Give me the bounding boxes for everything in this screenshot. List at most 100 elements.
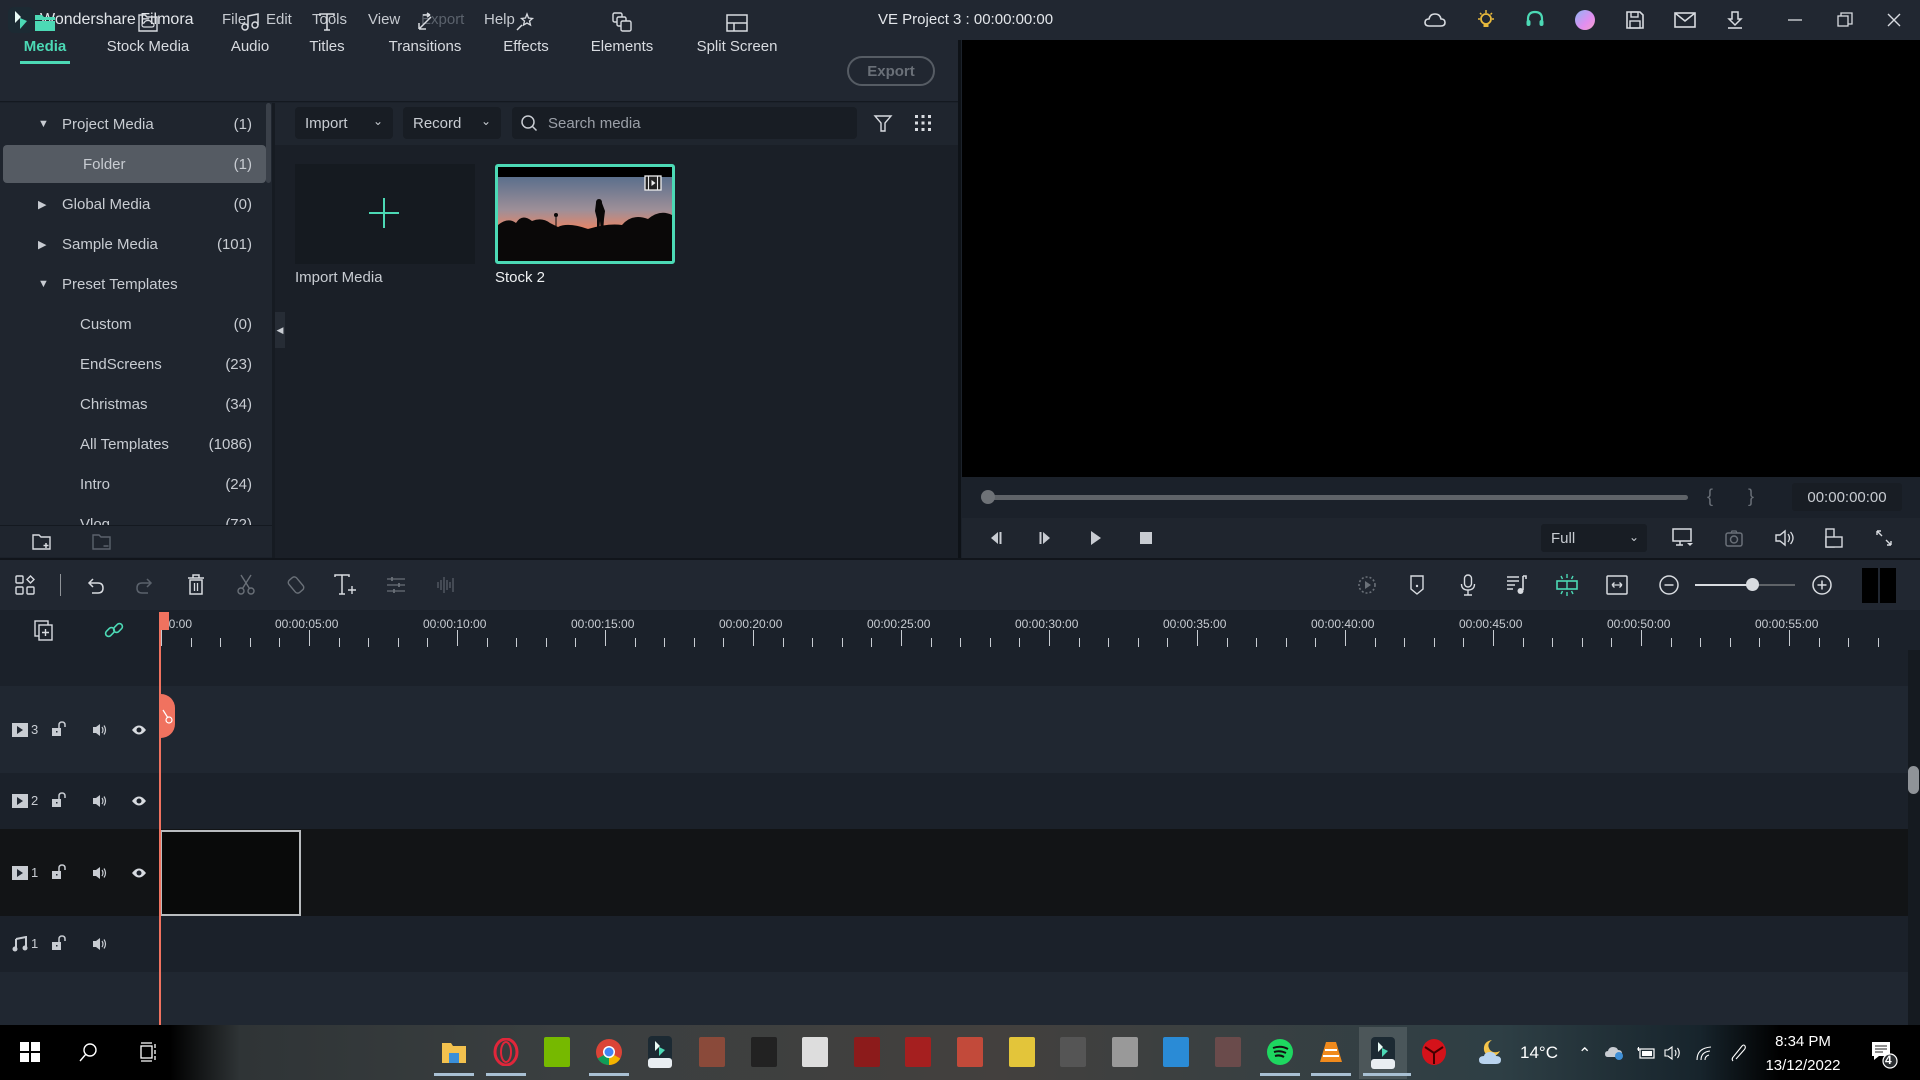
windows-start-icon[interactable] bbox=[14, 1036, 46, 1068]
library-item-preset-templates[interactable]: ▼ Preset Templates bbox=[0, 265, 266, 303]
preview-quality-select[interactable]: Full ⌄ bbox=[1541, 524, 1647, 552]
new-folder-icon[interactable] bbox=[32, 533, 52, 551]
play-icon[interactable] bbox=[1084, 526, 1108, 550]
taskbar-app-filmora[interactable] bbox=[644, 1036, 676, 1068]
taskbar-app-spotify[interactable] bbox=[1264, 1036, 1296, 1068]
stop-icon[interactable] bbox=[1134, 526, 1158, 550]
taskbar-app-jedi[interactable] bbox=[1212, 1036, 1244, 1068]
undo-icon[interactable] bbox=[82, 572, 108, 598]
taskbar-app-vlc[interactable] bbox=[1315, 1036, 1347, 1068]
mark-in-button[interactable]: { bbox=[1707, 486, 1713, 507]
notification-center-icon[interactable] bbox=[1870, 1040, 1898, 1070]
marker-icon[interactable] bbox=[1404, 572, 1430, 598]
tab-elements[interactable]: Elements bbox=[590, 4, 654, 60]
preview-scrub-handle[interactable] bbox=[981, 490, 995, 504]
grid-view-icon[interactable] bbox=[914, 114, 932, 132]
taskbar-app-nvidia[interactable] bbox=[541, 1036, 573, 1068]
timeline-zoom-handle[interactable] bbox=[1746, 578, 1759, 591]
audio-track-1[interactable]: 1 bbox=[0, 916, 1908, 972]
playhead-handle[interactable] bbox=[161, 612, 169, 630]
snapshot-icon[interactable] bbox=[1722, 526, 1746, 550]
taskbar-app-crosshair[interactable] bbox=[1109, 1036, 1141, 1068]
battery-icon[interactable] bbox=[1636, 1046, 1656, 1060]
library-item-project-media[interactable]: ▼ Project Media (1) bbox=[0, 105, 266, 143]
lightbulb-icon[interactable] bbox=[1474, 8, 1498, 32]
taskbar-clock[interactable]: 8:34 PM 13/12/2022 bbox=[1758, 1030, 1848, 1078]
download-icon[interactable] bbox=[1723, 8, 1747, 32]
weather-icon[interactable] bbox=[1478, 1038, 1508, 1066]
caret-down-icon[interactable]: ▼ bbox=[38, 118, 49, 130]
taskbar-app-filmora-active[interactable] bbox=[1359, 1027, 1407, 1079]
library-scrollbar[interactable] bbox=[266, 103, 271, 183]
track-volume-icon[interactable] bbox=[92, 936, 108, 952]
preview-scrub-bar[interactable] bbox=[988, 495, 1688, 500]
taskbar-app-batman[interactable] bbox=[748, 1036, 780, 1068]
library-item-folder[interactable]: Folder (1) bbox=[3, 145, 266, 183]
library-item-christmas[interactable]: Christmas (34) bbox=[0, 385, 266, 423]
delete-icon[interactable] bbox=[183, 572, 209, 598]
unlock-icon[interactable] bbox=[51, 721, 67, 737]
export-button[interactable]: Export bbox=[847, 56, 935, 86]
previous-frame-icon[interactable] bbox=[983, 526, 1007, 550]
taskbar-app-opera[interactable] bbox=[490, 1036, 522, 1068]
collapse-panel-button[interactable]: ◀ bbox=[275, 312, 285, 348]
taskbar-app-witcher[interactable] bbox=[1057, 1036, 1089, 1068]
library-item-intro[interactable]: Intro (24) bbox=[0, 465, 266, 503]
microphone-icon[interactable] bbox=[1455, 572, 1481, 598]
zoom-in-icon[interactable] bbox=[1809, 572, 1835, 598]
unlock-icon[interactable] bbox=[51, 792, 67, 808]
mail-icon[interactable] bbox=[1673, 8, 1697, 32]
library-item-sample-media[interactable]: ▶ Sample Media (101) bbox=[0, 225, 266, 263]
tab-effects[interactable]: Effects bbox=[500, 4, 552, 60]
library-item-custom[interactable]: Custom (0) bbox=[0, 305, 266, 343]
tab-split-screen[interactable]: Split Screen bbox=[695, 4, 779, 60]
add-track-icon[interactable] bbox=[34, 620, 54, 642]
library-item-global-media[interactable]: ▶ Global Media (0) bbox=[0, 185, 266, 223]
wifi-icon[interactable] bbox=[1695, 1045, 1713, 1061]
caret-right-icon[interactable]: ▶ bbox=[38, 238, 46, 251]
taskbar-app-file-explorer[interactable] bbox=[438, 1036, 470, 1068]
add-text-icon[interactable] bbox=[333, 572, 359, 598]
taskbar-app-red-app[interactable] bbox=[1418, 1036, 1450, 1068]
onedrive-icon[interactable] bbox=[1604, 1045, 1626, 1061]
restore-icon[interactable] bbox=[1833, 8, 1857, 32]
caret-right-icon[interactable]: ▶ bbox=[38, 198, 46, 211]
library-item-endscreens[interactable]: EndScreens (23) bbox=[0, 345, 266, 383]
delete-folder-icon[interactable] bbox=[92, 533, 112, 551]
taskbar-app-game-1[interactable] bbox=[696, 1036, 728, 1068]
track-volume-icon[interactable] bbox=[92, 865, 108, 881]
fit-timeline-icon[interactable] bbox=[1604, 572, 1630, 598]
record-dropdown[interactable]: Record ⌄ bbox=[403, 107, 501, 139]
audio-wave-icon[interactable] bbox=[433, 572, 459, 598]
tab-transitions[interactable]: Transitions bbox=[385, 4, 465, 60]
video-track-2[interactable]: 2 bbox=[0, 773, 1908, 829]
taskbar-app-chrome[interactable] bbox=[593, 1036, 625, 1068]
tab-titles[interactable]: Titles bbox=[303, 4, 351, 60]
layout-icon[interactable] bbox=[12, 572, 38, 598]
volume-icon[interactable] bbox=[1772, 526, 1796, 550]
tray-overflow-icon[interactable]: ⌃ bbox=[1578, 1044, 1591, 1064]
timeline-clip[interactable] bbox=[160, 830, 301, 916]
snap-icon[interactable] bbox=[1554, 572, 1580, 598]
redo-icon[interactable] bbox=[132, 572, 158, 598]
caret-down-icon[interactable]: ▼ bbox=[38, 278, 49, 290]
task-view-icon[interactable] bbox=[133, 1036, 165, 1068]
display-settings-icon[interactable] bbox=[1671, 526, 1695, 550]
zoom-out-icon[interactable] bbox=[1656, 572, 1682, 598]
track-volume-icon[interactable] bbox=[92, 722, 108, 738]
speaker-icon[interactable] bbox=[1664, 1045, 1684, 1061]
minimize-icon[interactable] bbox=[1783, 8, 1807, 32]
track-visibility-icon[interactable] bbox=[131, 723, 147, 737]
aspect-ratio-icon[interactable] bbox=[1822, 526, 1846, 550]
scissors-icon[interactable] bbox=[233, 572, 259, 598]
playhead[interactable] bbox=[159, 612, 161, 1027]
taskbar-app-game-3[interactable] bbox=[1006, 1036, 1038, 1068]
track-visibility-icon[interactable] bbox=[131, 794, 147, 808]
library-item-all-templates[interactable]: All Templates (1086) bbox=[0, 425, 266, 463]
cloud-icon[interactable] bbox=[1423, 8, 1447, 32]
media-thumbnail-stock-2[interactable] bbox=[495, 164, 675, 264]
import-media-tile[interactable] bbox=[295, 164, 475, 264]
unlock-icon[interactable] bbox=[51, 935, 67, 951]
headset-icon[interactable] bbox=[1523, 8, 1547, 32]
save-icon[interactable] bbox=[1623, 8, 1647, 32]
